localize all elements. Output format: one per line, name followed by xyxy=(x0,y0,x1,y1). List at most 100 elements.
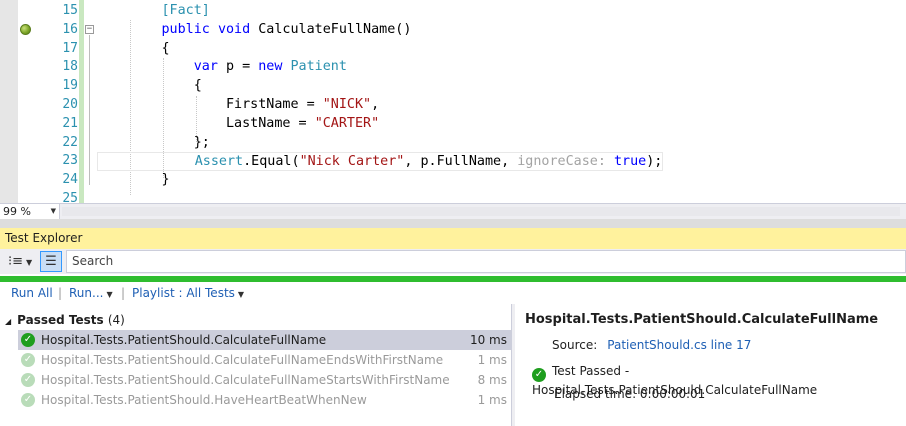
group-count: (4) xyxy=(107,313,125,327)
test-explorer-toolbar: ⁝≡ ▼ ☰ Search xyxy=(0,249,906,274)
code-text: .Equal( xyxy=(243,154,300,170)
line-number-gutter: 15 16 17 18 19 20 21 22 23 24 25 xyxy=(34,2,78,203)
test-row[interactable]: ✓ Hospital.Tests.PatientShould.Calculate… xyxy=(18,370,511,390)
parameter-hint: ignoreCase: xyxy=(517,154,606,170)
line-number: 24 xyxy=(62,172,78,188)
chevron-down-icon: ▼ xyxy=(50,207,56,215)
test-row[interactable]: ✓ Hospital.Tests.PatientShould.Calculate… xyxy=(18,350,511,370)
string-literal: "CARTER" xyxy=(314,115,380,131)
source-label: Source: xyxy=(552,338,598,352)
columns-toggle-button[interactable]: ☰ xyxy=(40,251,62,272)
pane-divider[interactable] xyxy=(511,304,515,426)
zoom-level-dropdown[interactable]: 99 % ▼ xyxy=(0,204,60,219)
string-literal: "NICK" xyxy=(322,96,372,112)
search-placeholder: Search xyxy=(72,254,114,268)
passed-check-icon: ✓ xyxy=(21,333,35,347)
code-text: p = xyxy=(217,59,259,75)
outline-line xyxy=(89,35,90,185)
test-explorer-title-bar: Test Explorer xyxy=(0,228,906,249)
group-label: Passed Tests xyxy=(17,313,104,327)
collapse-triangle-icon[interactable]: ◢ xyxy=(5,317,11,326)
line-number: 15 xyxy=(62,3,78,18)
line-number: 18 xyxy=(62,59,78,75)
code-line-17: { xyxy=(97,40,663,59)
separator: | xyxy=(121,286,126,300)
detail-source: Source: PatientShould.cs line 17 xyxy=(552,338,751,352)
test-duration: 8 ms xyxy=(477,373,507,387)
elapsed-time: Elapsed time: 0:00:00.01 xyxy=(554,387,706,401)
code-editor[interactable]: 15 16 17 18 19 20 21 22 23 24 25 − [Fact… xyxy=(0,0,906,203)
test-name: Hospital.Tests.PatientShould.CalculateFu… xyxy=(41,373,450,387)
panel-splitter[interactable] xyxy=(0,219,906,228)
test-list: ◢ Passed Tests (4) ✓ Hospital.Tests.Patie… xyxy=(0,306,511,426)
source-link[interactable]: PatientShould.cs line 17 xyxy=(607,338,751,352)
horizontal-scrollbar[interactable] xyxy=(62,207,900,216)
code-line-16: public void CalculateFullName() xyxy=(97,21,663,40)
group-by-icon: ⁝≡ xyxy=(8,254,24,269)
playlist-label: Playlist : All Tests xyxy=(132,286,235,300)
chevron-down-icon: ▼ xyxy=(26,258,33,267)
chevron-down-icon: ▼ xyxy=(106,290,113,299)
search-input[interactable]: Search xyxy=(66,250,906,273)
test-name: Hospital.Tests.PatientShould.HaveHeartBe… xyxy=(41,393,367,407)
string-literal: "Nick Carter" xyxy=(299,154,405,170)
test-explorer-actions: Run All | Run... ▼ | Playlist : All Tests… xyxy=(0,282,906,304)
type-name: Assert xyxy=(194,154,244,170)
test-name: Hospital.Tests.PatientShould.CalculateFu… xyxy=(41,353,444,367)
code-text: , p.FullName, xyxy=(404,154,518,170)
code-text: ); xyxy=(646,154,663,170)
test-row[interactable]: ✓ Hospital.Tests.PatientShould.Calculate… xyxy=(18,330,511,350)
passed-check-icon: ✓ xyxy=(21,373,35,387)
type-name: Patient xyxy=(290,59,347,75)
group-by-button[interactable]: ⁝≡ ▼ xyxy=(4,251,38,272)
code-line-18: var p = new Patient xyxy=(97,58,663,77)
glyph-margin[interactable] xyxy=(0,0,18,203)
test-name: Hospital.Tests.PatientShould.CalculateFu… xyxy=(41,333,327,347)
change-tracking-bar xyxy=(79,0,84,203)
line-number: 23 xyxy=(62,153,78,169)
test-duration: 1 ms xyxy=(477,353,507,367)
code-text: LastName = xyxy=(226,115,315,131)
test-passed-glyph-icon[interactable] xyxy=(20,24,31,35)
code-line-19: { xyxy=(97,77,663,96)
code-lines[interactable]: [Fact] public void CalculateFullName() {… xyxy=(97,2,664,190)
editor-status-strip: 99 % ▼ xyxy=(0,203,906,219)
code-text: , xyxy=(371,96,380,112)
playlist-dropdown[interactable]: Playlist : All Tests ▼ xyxy=(132,282,244,306)
code-line-20: FirstName = "NICK", xyxy=(97,96,663,115)
collapse-outline-icon[interactable]: − xyxy=(85,25,94,34)
zoom-level: 99 % xyxy=(3,205,31,218)
brace: }; xyxy=(193,134,210,150)
line-number: 20 xyxy=(62,96,78,112)
passed-check-icon: ✓ xyxy=(21,393,35,407)
method-name: CalculateFullName() xyxy=(258,21,412,37)
keyword: public xyxy=(161,21,210,37)
code-line-22: }; xyxy=(97,134,663,153)
separator: | xyxy=(58,286,63,300)
test-row[interactable]: ✓ Hospital.Tests.PatientShould.HaveHeart… xyxy=(18,390,511,410)
keyword: true xyxy=(614,154,647,170)
keyword: void xyxy=(217,21,251,37)
attribute: [Fact] xyxy=(161,3,210,18)
line-number: 19 xyxy=(62,78,78,94)
run-all-link[interactable]: Run All xyxy=(11,282,53,304)
test-duration: 1 ms xyxy=(477,393,507,407)
test-detail-pane: Hospital.Tests.PatientShould.CalculateFu… xyxy=(516,306,906,426)
brace: } xyxy=(161,172,170,188)
run-dropdown[interactable]: Run... ▼ xyxy=(69,282,113,306)
passed-tests-group[interactable]: ◢ Passed Tests (4) xyxy=(5,311,125,329)
line-number: 21 xyxy=(62,115,78,131)
keyword: new xyxy=(258,59,283,75)
run-label: Run... xyxy=(69,286,104,300)
code-line-24: } xyxy=(97,171,663,190)
passed-check-icon: ✓ xyxy=(532,368,546,382)
line-number: 22 xyxy=(62,134,78,150)
brace: { xyxy=(193,78,202,94)
test-duration: 10 ms xyxy=(469,333,507,347)
code-line-21: LastName = "CARTER" xyxy=(97,115,663,134)
chevron-down-icon: ▼ xyxy=(237,290,245,299)
keyword: var xyxy=(193,59,218,75)
detail-title: Hospital.Tests.PatientShould.CalculateFu… xyxy=(525,312,879,327)
panel-title: Test Explorer xyxy=(5,231,83,245)
line-number: 16 xyxy=(62,21,78,37)
